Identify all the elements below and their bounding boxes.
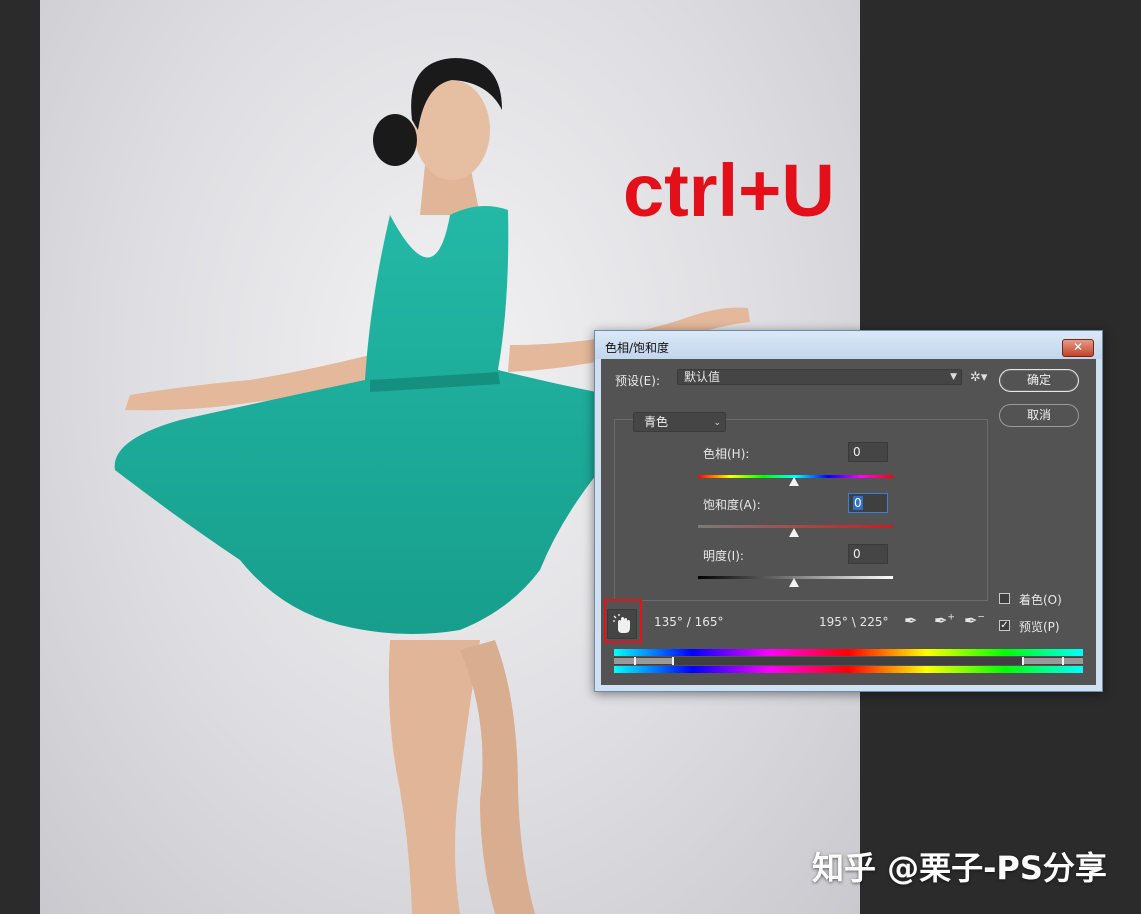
- saturation-value: 0: [853, 496, 863, 510]
- cancel-button[interactable]: 取消: [999, 404, 1079, 427]
- preset-value: 默认值: [684, 370, 721, 384]
- hue-saturation-dialog: 色相/饱和度 ✕ 预设(E): 默认值 ▼ ✲▾ 确定 取消 青色 ⌄ 色相(H…: [594, 330, 1103, 692]
- chevron-down-icon: ⌄: [713, 418, 721, 428]
- model-legs: [388, 640, 480, 914]
- hue-label: 色相(H):: [703, 447, 750, 461]
- channel-dropdown[interactable]: 青色 ⌄: [633, 412, 726, 432]
- hue-input[interactable]: 0: [848, 442, 888, 462]
- range-slider[interactable]: [614, 657, 1083, 665]
- dialog-body: 预设(E): 默认值 ▼ ✲▾ 确定 取消 青色 ⌄ 色相(H): 0 饱和度(…: [601, 359, 1096, 685]
- range-handle[interactable]: [634, 657, 636, 665]
- chevron-down-icon: ▼: [950, 372, 957, 382]
- dialog-title: 色相/饱和度: [605, 341, 670, 355]
- hue-slider-thumb[interactable]: [789, 477, 799, 486]
- result-spectrum-bar: [614, 666, 1083, 673]
- watermark-text: 知乎 @栗子-PS分享: [812, 849, 1107, 887]
- preset-dropdown[interactable]: 默认值 ▼: [677, 369, 962, 385]
- eyedropper-plus-icon[interactable]: ✒+: [934, 611, 955, 630]
- lightness-slider-thumb[interactable]: [789, 578, 799, 587]
- range-handle[interactable]: [1062, 657, 1064, 665]
- saturation-slider-thumb[interactable]: [789, 528, 799, 537]
- preset-label: 预设(E):: [615, 374, 660, 388]
- range-right-falloff[interactable]: [1022, 658, 1083, 664]
- colorize-label: 着色(O): [1019, 593, 1062, 607]
- hand-icon: [613, 614, 630, 633]
- targeted-adjustment-tool[interactable]: [607, 609, 637, 639]
- eyedropper-icon[interactable]: ✒: [904, 611, 917, 630]
- preview-label: 预览(P): [1019, 620, 1060, 634]
- range-handle[interactable]: [1022, 657, 1024, 665]
- source-spectrum-bar: [614, 649, 1083, 656]
- range-handle[interactable]: [672, 657, 674, 665]
- shortcut-hint: ctrl+U: [623, 149, 835, 232]
- range-right-readout: 195° \ 225°: [819, 615, 889, 629]
- range-left-readout: 135° / 165°: [654, 615, 724, 629]
- close-button[interactable]: ✕: [1062, 339, 1094, 357]
- ok-button[interactable]: 确定: [999, 369, 1079, 392]
- lightness-input[interactable]: 0: [848, 544, 888, 564]
- dialog-titlebar[interactable]: 色相/饱和度 ✕: [595, 331, 1102, 359]
- model-dress: [114, 206, 642, 634]
- preview-checkbox[interactable]: ✓: [999, 620, 1010, 631]
- adjustment-group: [614, 419, 988, 601]
- saturation-label: 饱和度(A):: [703, 498, 761, 512]
- saturation-input[interactable]: 0: [848, 493, 888, 513]
- lightness-label: 明度(I):: [703, 549, 744, 563]
- channel-value: 青色: [644, 415, 669, 429]
- range-left-falloff[interactable]: [614, 658, 674, 664]
- gear-icon[interactable]: ✲▾: [970, 370, 987, 385]
- colorize-checkbox[interactable]: [999, 593, 1010, 604]
- eyedropper-minus-icon[interactable]: ✒−: [964, 611, 985, 630]
